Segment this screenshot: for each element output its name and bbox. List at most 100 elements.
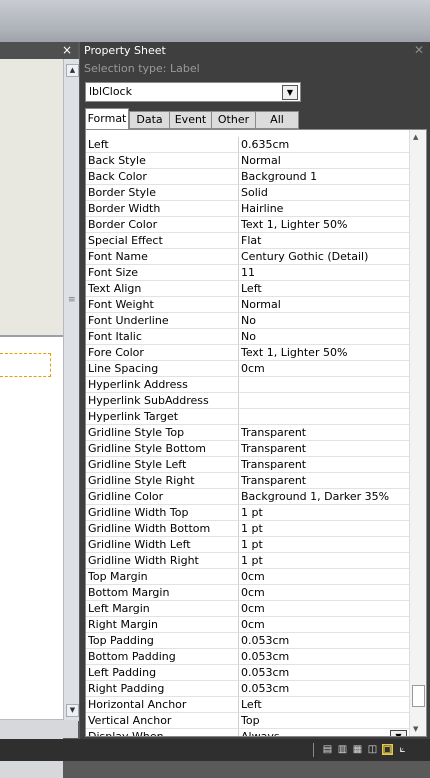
- property-row[interactable]: Border Color Text 1, Lighter 50%: [86, 217, 409, 233]
- chevron-down-icon[interactable]: ▼: [282, 85, 298, 100]
- scrollbar-thumb[interactable]: [412, 685, 425, 707]
- report-header-section[interactable]: [0, 59, 63, 335]
- property-value[interactable]: 0.053cm: [241, 649, 407, 664]
- property-value[interactable]: Left: [241, 281, 407, 296]
- close-icon[interactable]: ×: [62, 42, 72, 59]
- property-value[interactable]: Transparent: [241, 457, 407, 472]
- close-icon[interactable]: ✕: [414, 43, 424, 57]
- property-row[interactable]: Gridline Width Bottom 1 pt: [86, 521, 409, 537]
- property-row[interactable]: Text Align Left: [86, 281, 409, 297]
- layout-view-icon[interactable]: ▦: [352, 744, 363, 755]
- property-value[interactable]: [241, 377, 407, 392]
- property-value[interactable]: 1 pt: [241, 521, 407, 536]
- tab-format[interactable]: Format: [85, 108, 129, 129]
- property-row[interactable]: Horizontal Anchor Left: [86, 697, 409, 713]
- property-row[interactable]: Fore Color Text 1, Lighter 50%: [86, 345, 409, 361]
- scroll-up-icon[interactable]: ▲: [66, 64, 79, 77]
- property-row[interactable]: Font Italic No: [86, 329, 409, 345]
- property-row[interactable]: Bottom Padding 0.053cm: [86, 649, 409, 665]
- property-value[interactable]: Flat: [241, 233, 407, 248]
- property-value[interactable]: Century Gothic (Detail): [241, 249, 407, 264]
- property-value[interactable]: Normal: [241, 153, 407, 168]
- property-row[interactable]: Font Weight Normal: [86, 297, 409, 313]
- property-row[interactable]: Line Spacing 0cm: [86, 361, 409, 377]
- property-row[interactable]: Left 0.635cm: [86, 137, 409, 153]
- selected-label-control[interactable]: [0, 353, 51, 377]
- property-value[interactable]: 0.053cm: [241, 665, 407, 680]
- property-row[interactable]: Right Padding 0.053cm: [86, 681, 409, 697]
- property-value[interactable]: 0cm: [241, 617, 407, 632]
- property-row[interactable]: Back Color Background 1: [86, 169, 409, 185]
- property-row[interactable]: Display When Always ▼: [86, 729, 409, 736]
- horizontal-scrollbar[interactable]: [0, 720, 78, 738]
- property-row[interactable]: Top Padding 0.053cm: [86, 633, 409, 649]
- property-value[interactable]: Text 1, Lighter 50%: [241, 217, 407, 232]
- property-row[interactable]: Hyperlink Target: [86, 409, 409, 425]
- property-row[interactable]: Font Size 11: [86, 265, 409, 281]
- object-selector[interactable]: lblClock ▼: [85, 82, 301, 102]
- design-surface[interactable]: [0, 59, 63, 778]
- property-value[interactable]: Normal: [241, 297, 407, 312]
- property-value[interactable]: No: [241, 329, 407, 344]
- section-divider[interactable]: [0, 335, 63, 337]
- property-value[interactable]: 1 pt: [241, 505, 407, 520]
- chevron-down-icon[interactable]: ▼: [390, 730, 407, 736]
- property-value[interactable]: 0cm: [241, 361, 407, 376]
- property-value[interactable]: Text 1, Lighter 50%: [241, 345, 407, 360]
- property-value[interactable]: 0.053cm: [241, 681, 407, 696]
- tab-all[interactable]: All: [255, 111, 299, 129]
- property-value[interactable]: Top: [241, 713, 407, 728]
- design-view-icon[interactable]: ◫: [367, 744, 378, 755]
- property-grid-scrollbar[interactable]: ▲ ▼: [409, 130, 426, 736]
- property-row[interactable]: Gridline Width Right 1 pt: [86, 553, 409, 569]
- property-row[interactable]: Left Margin 0cm: [86, 601, 409, 617]
- property-value[interactable]: 0.635cm: [241, 137, 407, 152]
- property-value[interactable]: Background 1, Darker 35%: [241, 489, 407, 504]
- property-row[interactable]: Special Effect Flat: [86, 233, 409, 249]
- property-row[interactable]: Gridline Style Right Transparent: [86, 473, 409, 489]
- scroll-down-icon[interactable]: ▼: [413, 725, 418, 733]
- tab-event[interactable]: Event: [169, 111, 212, 129]
- datasheet-view-icon[interactable]: ▣: [382, 744, 393, 755]
- property-row[interactable]: Right Margin 0cm: [86, 617, 409, 633]
- tab-other[interactable]: Other: [211, 111, 256, 129]
- design-vertical-scrollbar[interactable]: ▲ ≡ ▼: [63, 59, 79, 721]
- property-value[interactable]: 0cm: [241, 585, 407, 600]
- sql-view-icon[interactable]: ⟀: [397, 744, 408, 755]
- property-value[interactable]: 1 pt: [241, 537, 407, 552]
- property-row[interactable]: Gridline Color Background 1, Darker 35%: [86, 489, 409, 505]
- property-value[interactable]: 11: [241, 265, 407, 280]
- property-value[interactable]: 0.053cm: [241, 633, 407, 648]
- property-value[interactable]: 0cm: [241, 601, 407, 616]
- property-value[interactable]: Left: [241, 697, 407, 712]
- property-row[interactable]: Gridline Style Top Transparent: [86, 425, 409, 441]
- property-row[interactable]: Font Name Century Gothic (Detail): [86, 249, 409, 265]
- property-value[interactable]: No: [241, 313, 407, 328]
- property-value[interactable]: 0cm: [241, 569, 407, 584]
- property-row[interactable]: Hyperlink Address: [86, 377, 409, 393]
- property-row[interactable]: Top Margin 0cm: [86, 569, 409, 585]
- property-row[interactable]: Bottom Margin 0cm: [86, 585, 409, 601]
- property-value[interactable]: [241, 409, 407, 424]
- property-row[interactable]: Gridline Width Left 1 pt: [86, 537, 409, 553]
- print-preview-icon[interactable]: ▥: [337, 744, 348, 755]
- property-row[interactable]: Gridline Style Left Transparent: [86, 457, 409, 473]
- property-value[interactable]: Transparent: [241, 473, 407, 488]
- tab-data[interactable]: Data: [129, 111, 170, 129]
- property-value[interactable]: Always: [241, 729, 407, 736]
- property-row[interactable]: Gridline Width Top 1 pt: [86, 505, 409, 521]
- report-view-icon[interactable]: ▤: [322, 744, 333, 755]
- property-row[interactable]: Left Padding 0.053cm: [86, 665, 409, 681]
- property-row[interactable]: Gridline Style Bottom Transparent: [86, 441, 409, 457]
- property-value[interactable]: [241, 393, 407, 408]
- property-row[interactable]: Border Style Solid: [86, 185, 409, 201]
- scroll-up-icon[interactable]: ▲: [413, 133, 418, 141]
- scroll-down-icon[interactable]: ▼: [66, 704, 79, 717]
- property-row[interactable]: Vertical Anchor Top: [86, 713, 409, 729]
- property-value[interactable]: Transparent: [241, 425, 407, 440]
- property-value[interactable]: Solid: [241, 185, 407, 200]
- property-row[interactable]: Hyperlink SubAddress: [86, 393, 409, 409]
- property-row[interactable]: Back Style Normal: [86, 153, 409, 169]
- property-row[interactable]: Font Underline No: [86, 313, 409, 329]
- property-row[interactable]: Border Width Hairline: [86, 201, 409, 217]
